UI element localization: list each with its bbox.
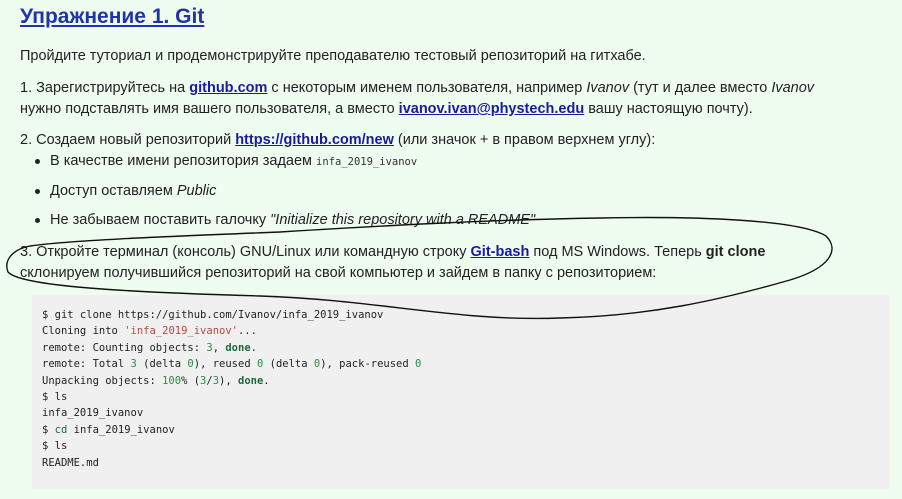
code-line: README.md [42, 456, 99, 469]
code-line: remote: Counting objects: 3, done. [42, 341, 257, 354]
code-line: Cloning into 'infa_2019_ivanov'... [42, 325, 257, 338]
new-repo-link[interactable]: https://github.com/new [235, 132, 394, 148]
repo-name-code: infa_2019_ivanov [316, 156, 418, 168]
code-block[interactable]: $ git clone https://github.com/Ivanov/in… [32, 295, 890, 489]
bullet-readme: Не забываем поставить галочку "Initializ… [34, 212, 536, 228]
code-line: $ ls [42, 391, 68, 404]
code-line: $ git clone https://github.com/Ivanov/in… [42, 309, 384, 321]
step-1: 1. Зарегистрируйтесь на github.com с нек… [20, 80, 815, 117]
code-line: Unpacking objects: 100% (3/3), done. [42, 374, 270, 387]
bullet-access: Доступ оставляем Public [34, 183, 217, 199]
github-link[interactable]: github.com [189, 80, 267, 96]
email-link[interactable]: ivanov.ivan@phystech.edu [399, 101, 585, 117]
code-line: $ ls [42, 440, 68, 453]
code-line: infa_2019_ivanov [42, 407, 144, 420]
bullet-repo-name: В качестве имени репозитория задаем infa… [34, 151, 418, 172]
step-3: 3. Откройте терминал (консоль) GNU/Linux… [20, 244, 766, 281]
code-line: remote: Total 3 (delta 0), reused 0 (del… [42, 358, 422, 371]
step-2: 2. Создаем новый репозиторий https://git… [20, 132, 656, 148]
page-title[interactable]: Упражнение 1. Git [20, 5, 204, 29]
git-bash-link[interactable]: Git-bash [471, 244, 530, 260]
code-line: $ cd infa_2019_ivanov [42, 423, 175, 436]
intro-text: Пройдите туториал и продемонстрируйте пр… [20, 48, 646, 64]
